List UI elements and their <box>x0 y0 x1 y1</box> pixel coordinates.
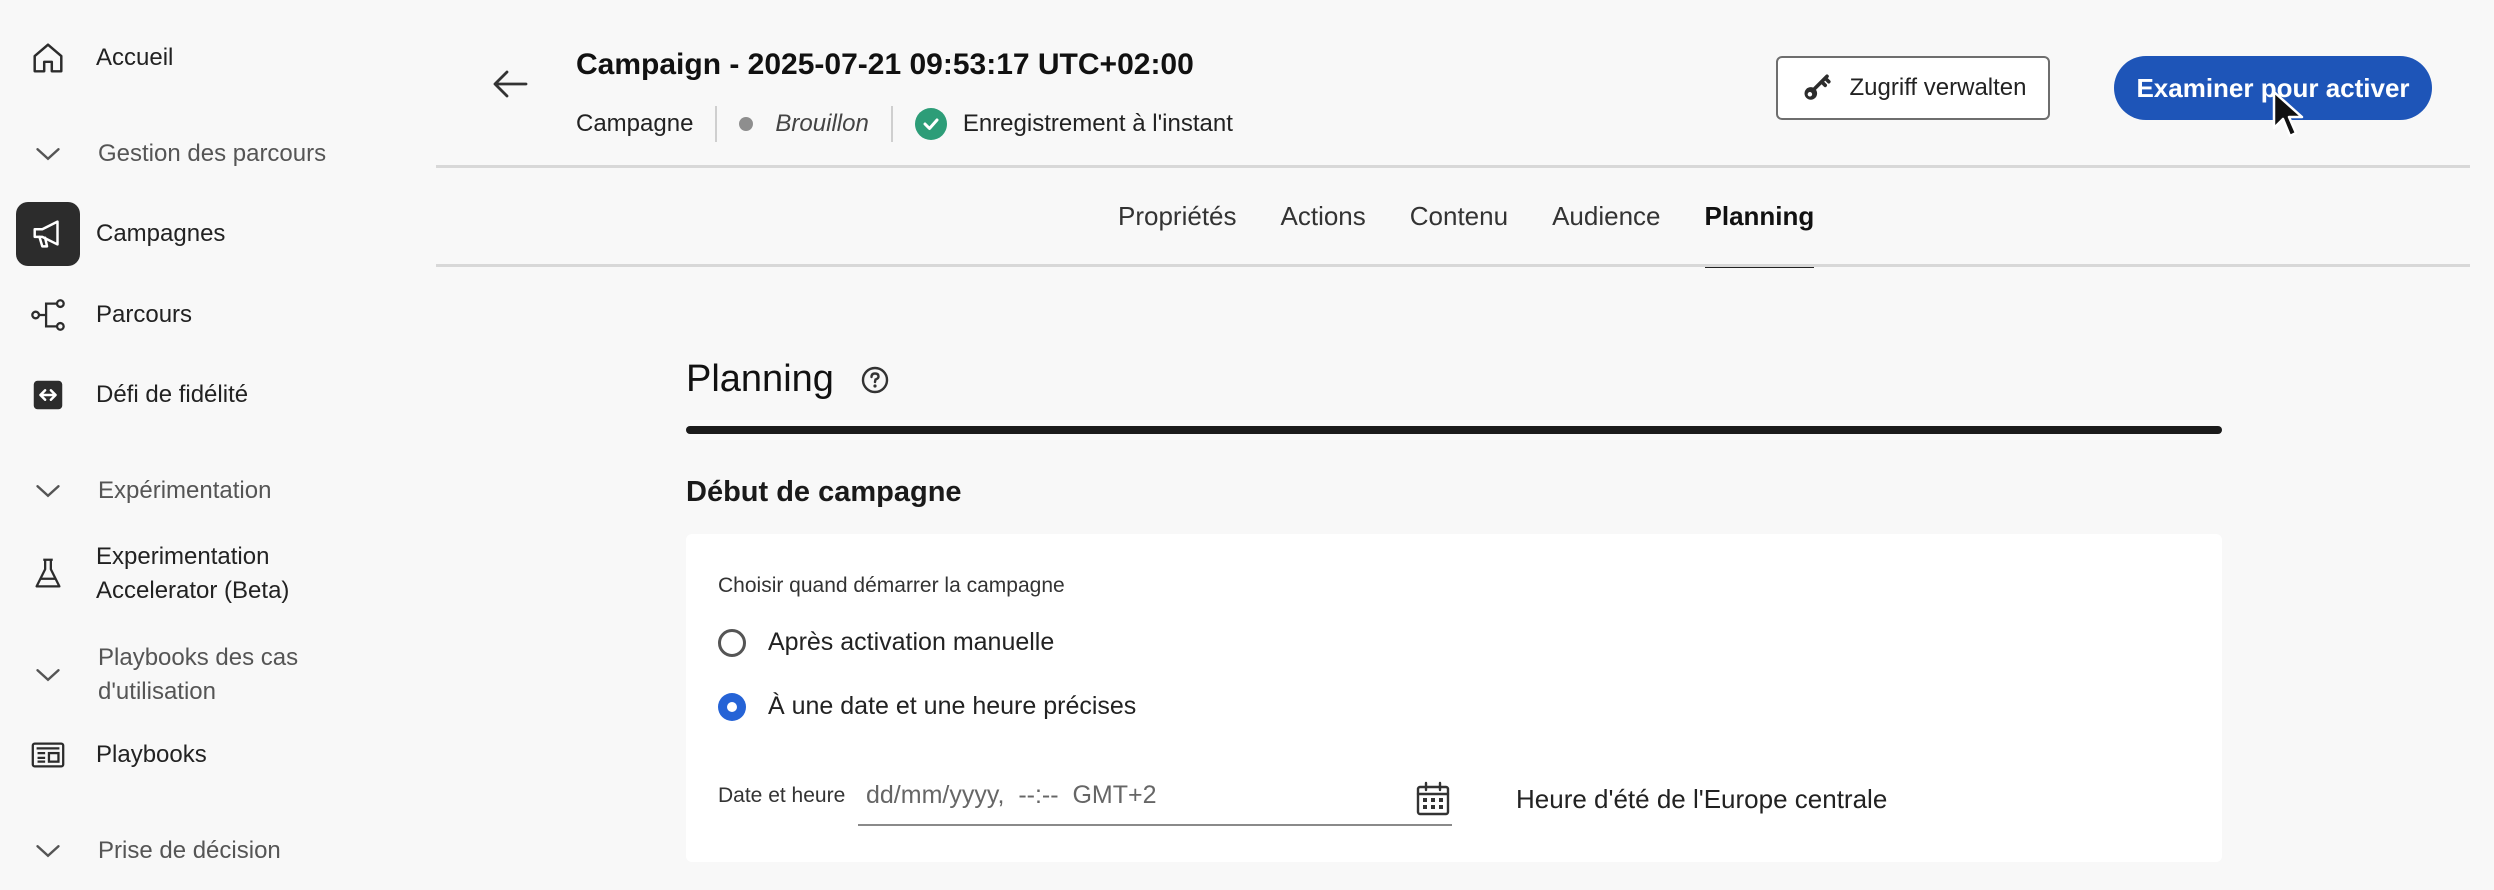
divider <box>715 106 718 142</box>
sidebar-item-experimentation-accelerator[interactable]: Experimentation Accelerator (Beta) <box>16 540 406 608</box>
check-circle-icon <box>914 108 947 140</box>
sidebar-item-playbooks[interactable]: Playbooks <box>16 723 406 787</box>
sidebar-item-label: Playbooks <box>96 741 207 768</box>
header-divider <box>436 165 2470 168</box>
flask-icon <box>16 542 80 606</box>
tab-audience[interactable]: Audience <box>1552 196 1660 268</box>
datetime-input[interactable]: dd/mm/yyyy, --:-- GMT+2 <box>858 766 1452 826</box>
title-divider <box>686 426 2222 434</box>
journey-icon <box>16 283 80 347</box>
campaign-type: Campagne <box>576 110 694 137</box>
sidebar-section-label: Prise de décision <box>98 837 281 864</box>
help-icon[interactable] <box>860 365 890 395</box>
radio-checked-icon[interactable] <box>718 692 746 721</box>
section-heading: Début de campagne <box>686 476 962 508</box>
loyalty-icon <box>16 363 80 427</box>
status-dot-icon <box>739 117 754 131</box>
sidebar-section-label: Expérimentation <box>98 477 272 504</box>
sidebar: Accueil Gestion des parcours Campagnes P… <box>0 0 420 890</box>
tab-contenu[interactable]: Contenu <box>1410 196 1508 268</box>
radio-label: Après activation manuelle <box>768 628 1055 656</box>
home-icon <box>16 26 80 90</box>
page-title: Planning <box>686 358 890 401</box>
playbook-icon <box>16 723 80 787</box>
tab-proprietes[interactable]: Propriétés <box>1118 196 1237 268</box>
chevron-down-icon <box>16 122 80 186</box>
arrow-left-icon <box>493 70 528 98</box>
sidebar-item-label: Campagnes <box>96 220 226 247</box>
sidebar-section-prise-decision[interactable]: Prise de décision <box>16 819 406 883</box>
sidebar-item-campagnes[interactable]: Campagnes <box>16 202 406 266</box>
start-field-label: Choisir quand démarrer la campagne <box>718 574 1065 597</box>
radio-label: À une date et une heure précises <box>768 692 1137 720</box>
sidebar-section-gestion-parcours[interactable]: Gestion des parcours <box>16 122 406 186</box>
sidebar-section-label: Gestion des parcours <box>98 140 327 167</box>
tabs-divider <box>436 264 2470 267</box>
schedule-card: Choisir quand démarrer la campagne Après… <box>686 534 2222 862</box>
sidebar-item-label: Parcours <box>96 301 193 328</box>
datetime-placeholder: dd/mm/yyyy, --:-- GMT+2 <box>866 780 1157 809</box>
radio-manual-activation[interactable]: Après activation manuelle <box>718 628 1054 657</box>
sidebar-item-label: Accueil <box>96 44 174 71</box>
status-badge: Brouillon <box>775 110 869 137</box>
datetime-label: Date et heure <box>718 784 846 807</box>
tab-bar: Propriétés Actions Contenu Audience Plan… <box>1118 196 1814 268</box>
save-status: Enregistrement à l'instant <box>962 110 1233 137</box>
radio-specific-date[interactable]: À une date et une heure précises <box>718 692 1136 721</box>
sidebar-item-label: Défi de fidélité <box>96 381 249 408</box>
tab-planning[interactable]: Planning <box>1704 196 1814 268</box>
sidebar-item-label: Experimentation Accelerator (Beta) <box>96 543 290 604</box>
chevron-down-icon <box>16 643 80 707</box>
tab-actions[interactable]: Actions <box>1281 196 1366 268</box>
campaign-meta: Campagne Brouillon Enregistrement à l'in… <box>576 106 1233 142</box>
radio-unchecked-icon[interactable] <box>718 628 746 657</box>
timezone-label: Heure d'été de l'Europe centrale <box>1516 784 1888 814</box>
calendar-icon[interactable] <box>1414 780 1452 818</box>
sidebar-section-label: Playbooks des cas d'utilisation <box>98 644 299 705</box>
chevron-down-icon <box>16 819 80 883</box>
manage-access-button[interactable]: Zugriff verwalten <box>1776 56 2050 120</box>
back-button[interactable] <box>484 58 536 110</box>
page-title-text: Planning <box>686 358 834 400</box>
manage-access-label: Zugriff verwalten <box>1849 74 2027 101</box>
megaphone-icon <box>16 202 80 266</box>
sidebar-item-accueil[interactable]: Accueil <box>16 26 406 90</box>
mouse-cursor-icon <box>2272 90 2304 138</box>
sidebar-section-playbooks-cas[interactable]: Playbooks des cas d'utilisation <box>16 641 406 709</box>
sidebar-section-experimentation[interactable]: Expérimentation <box>16 459 406 523</box>
divider <box>890 106 893 142</box>
sidebar-item-parcours[interactable]: Parcours <box>16 283 406 347</box>
key-icon <box>1804 74 1831 100</box>
campaign-title: Campaign - 2025-07-21 09:53:17 UTC+02:00 <box>576 48 1194 81</box>
chevron-down-icon <box>16 459 80 523</box>
sidebar-item-defi-fidelite[interactable]: Défi de fidélité <box>16 363 406 427</box>
